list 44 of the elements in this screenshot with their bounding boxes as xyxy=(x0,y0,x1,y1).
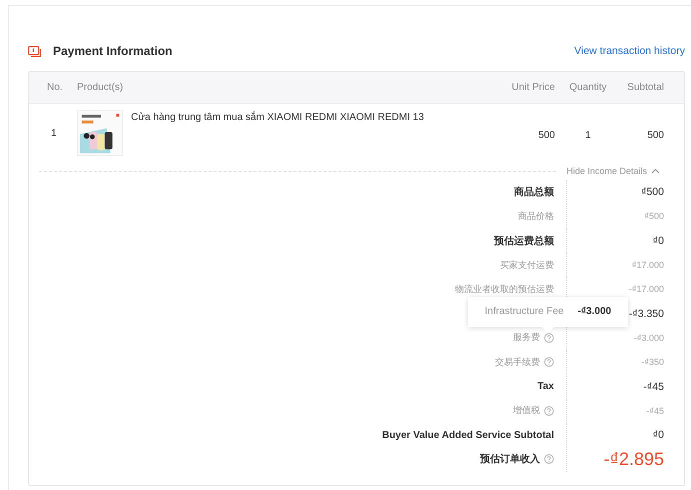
product-name: Cửa hàng trung tâm mua sắm XIAOMI REDMI XIAOMI REDMI 13 xyxy=(131,110,424,125)
income-label: 交易手续费 xyxy=(495,356,540,369)
transaction-history-link[interactable]: View transaction history xyxy=(574,45,685,57)
help-icon[interactable] xyxy=(544,332,554,343)
income-label: 物流业者收取的预估运费 xyxy=(455,282,554,296)
income-value: ₫17.000 xyxy=(632,260,664,270)
row-number: 1 xyxy=(50,127,58,139)
income-value: ₫0 xyxy=(652,234,664,247)
income-label: Buyer Value Added Service Subtotal xyxy=(382,430,554,441)
column-header: Unit Price xyxy=(510,82,556,93)
income-label: 预估运费总额 xyxy=(494,234,554,248)
income-label: 增值税 xyxy=(513,404,540,418)
income-value: -₫45 xyxy=(643,380,664,393)
caret-icon xyxy=(651,168,660,174)
column-header: No. xyxy=(46,82,64,93)
wallet-icon xyxy=(28,46,41,56)
income-label: 商品总额 xyxy=(514,185,554,200)
help-icon[interactable] xyxy=(544,454,554,464)
tooltip-value: -₫3.000 xyxy=(578,306,612,318)
income-label: 买家支付运费 xyxy=(500,258,554,272)
income-value: -₫3.350 xyxy=(628,308,664,320)
help-icon[interactable] xyxy=(544,406,554,416)
income-label: 服务费 xyxy=(513,331,540,344)
subtotal: 500 xyxy=(646,129,664,141)
income-label: 商品价格 xyxy=(518,210,554,223)
income-value: ₫0 xyxy=(652,429,664,442)
help-icon[interactable] xyxy=(544,357,554,368)
column-header: Quantity xyxy=(568,82,608,93)
income-value: -₫3.000 xyxy=(634,332,664,343)
income-value: -₫45 xyxy=(646,406,664,416)
tooltip-label: Infrastructure Fee xyxy=(484,306,564,318)
column-header: Product(s) xyxy=(77,82,124,93)
income-value: -₫350 xyxy=(641,357,664,368)
hide-income-details-toggle[interactable]: Hide Income Details xyxy=(566,166,660,176)
income-value: -₫17.000 xyxy=(628,284,664,294)
column-header: Subtotal xyxy=(626,82,664,93)
quantity: 1 xyxy=(584,129,592,141)
income-label: Tax xyxy=(538,381,554,392)
section-title: Payment Information xyxy=(53,44,172,58)
unit-price: 500 xyxy=(537,129,556,141)
income-value: ₫500 xyxy=(644,211,664,222)
income-value: ₫500 xyxy=(641,186,664,198)
income-label: 预估订单收入 xyxy=(480,452,540,466)
income-value: -₫2.895 xyxy=(604,448,664,470)
